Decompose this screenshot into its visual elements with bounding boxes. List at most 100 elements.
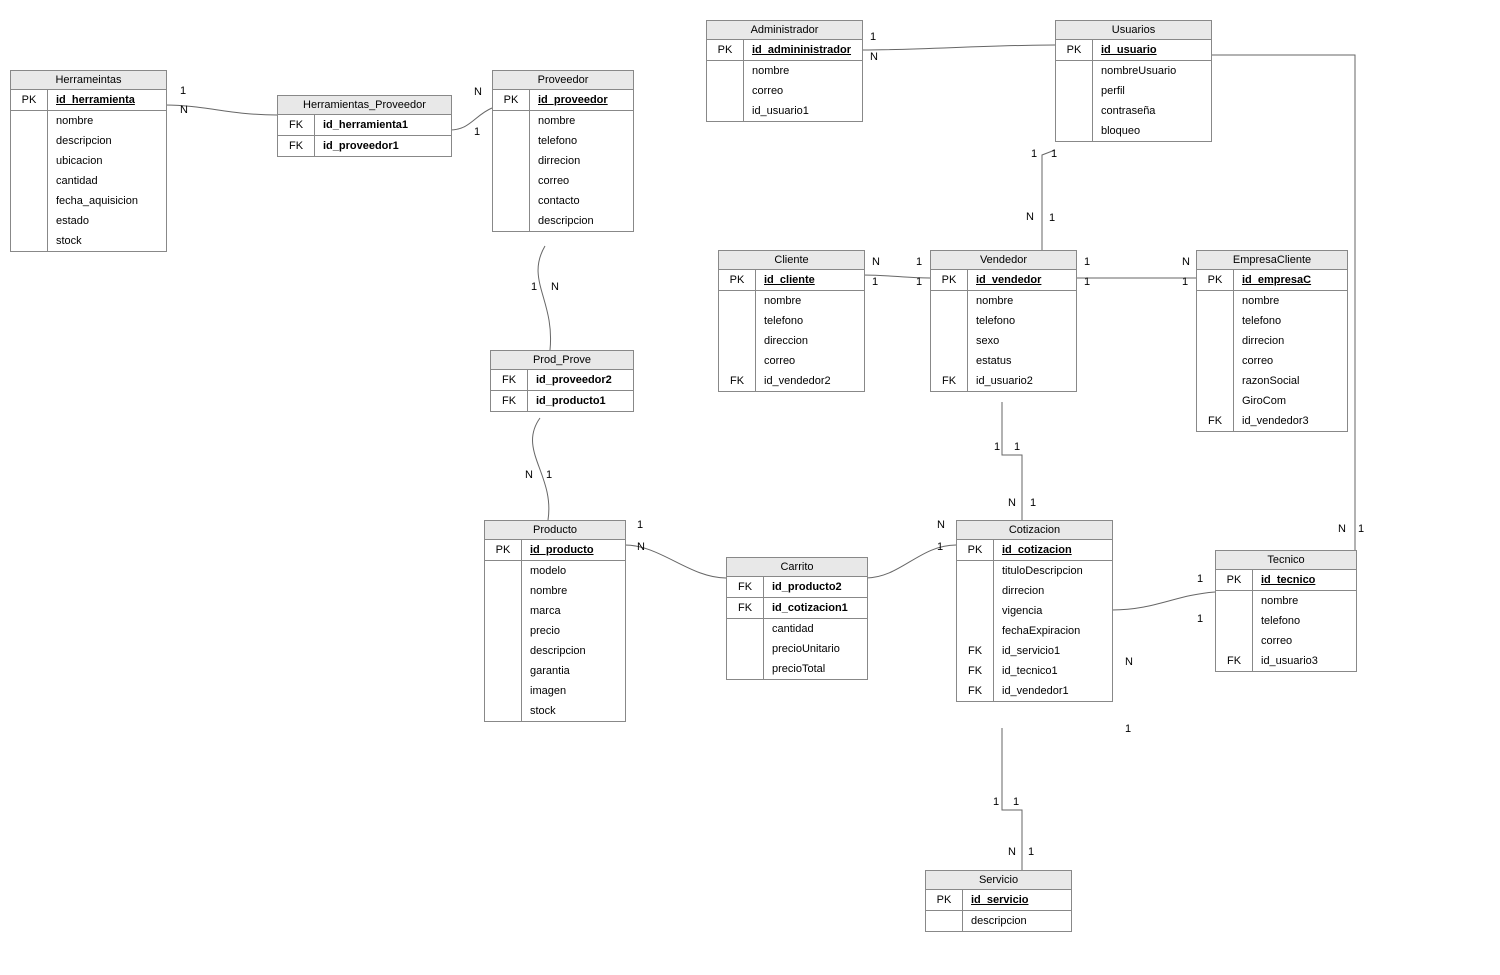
attr-cell: direccion (756, 331, 865, 351)
key-cell: FK (278, 136, 315, 157)
key-cell (1216, 611, 1253, 631)
key-cell (11, 111, 48, 132)
entity-row: estatus (931, 351, 1076, 371)
cardinality-label: 1 (1031, 148, 1037, 160)
key-cell: FK (727, 598, 764, 619)
key-cell (1056, 101, 1093, 121)
attr-cell: nombre (1234, 291, 1348, 312)
cardinality-label: N (1338, 523, 1346, 535)
key-cell (485, 661, 522, 681)
attr-cell: id_tecnico1 (994, 661, 1113, 681)
entity-row: PKid_vendedor (931, 270, 1076, 291)
key-cell (1197, 311, 1234, 331)
cardinality-label: 1 (1358, 523, 1364, 535)
attr-cell: marca (522, 601, 626, 621)
key-cell: FK (957, 641, 994, 661)
key-cell: FK (491, 370, 528, 391)
entity-row: precioTotal (727, 659, 867, 679)
key-cell: PK (926, 890, 963, 911)
attr-cell: sexo (968, 331, 1077, 351)
entity-row: FKid_proveedor1 (278, 136, 451, 157)
entity-row: descripcion (485, 641, 625, 661)
entity-row: nombre (1216, 591, 1356, 612)
entity-row: vigencia (957, 601, 1112, 621)
key-cell (1216, 591, 1253, 612)
key-cell (1056, 81, 1093, 101)
entity-row: FKid_proveedor2 (491, 370, 633, 391)
cardinality-label: 1 (1084, 276, 1090, 288)
key-cell: PK (1197, 270, 1234, 291)
key-cell (485, 581, 522, 601)
entity-row: telefono (1216, 611, 1356, 631)
entity-herramientas: HerrameintasPKid_herramientanombredescri… (10, 70, 167, 252)
attr-cell: id_proveedor1 (315, 136, 452, 157)
entity-proveedor: ProveedorPKid_proveedornombretelefonodir… (492, 70, 634, 232)
attr-cell: telefono (530, 131, 634, 151)
attr-cell: dirrecion (530, 151, 634, 171)
attr-cell: id_producto (522, 540, 626, 561)
attr-cell: id_tecnico (1253, 570, 1357, 591)
entity-cotizacion: CotizacionPKid_cotizaciontituloDescripci… (956, 520, 1113, 702)
entity-row: PKid_cliente (719, 270, 864, 291)
attr-cell: descripcion (530, 211, 634, 231)
entity-row: precioUnitario (727, 639, 867, 659)
entity-row: stock (11, 231, 166, 251)
key-cell (1197, 391, 1234, 411)
key-cell (931, 311, 968, 331)
key-cell (727, 619, 764, 640)
attr-cell: nombre (48, 111, 167, 132)
attr-cell: descripcion (48, 131, 167, 151)
key-cell (1197, 291, 1234, 312)
attr-cell: id_usuario2 (968, 371, 1077, 391)
attr-cell: precioTotal (764, 659, 868, 679)
entity-row: dirrecion (493, 151, 633, 171)
entity-title: Servicio (926, 871, 1071, 890)
attr-cell: perfil (1093, 81, 1212, 101)
attr-cell: correo (1253, 631, 1357, 651)
entity-row: fecha_aquisicion (11, 191, 166, 211)
key-cell (957, 621, 994, 641)
cardinality-label: 1 (1028, 846, 1034, 858)
key-cell: FK (727, 577, 764, 598)
entity-vendedor: VendedorPKid_vendedornombretelefonosexoe… (930, 250, 1077, 392)
attr-cell: stock (522, 701, 626, 721)
cardinality-label: 1 (1014, 441, 1020, 453)
attr-cell: id_vendedor (968, 270, 1077, 291)
key-cell (719, 291, 756, 312)
entity-row: dirrecion (957, 581, 1112, 601)
attr-cell: id_producto1 (528, 391, 634, 412)
relationship-line (165, 105, 277, 115)
key-cell: PK (11, 90, 48, 111)
key-cell (727, 639, 764, 659)
entity-row: razonSocial (1197, 371, 1347, 391)
cardinality-label: 1 (1051, 148, 1057, 160)
entity-row: PKid_admininistrador (707, 40, 862, 61)
entity-row: nombre (931, 291, 1076, 312)
attr-cell: nombre (968, 291, 1077, 312)
key-cell (1197, 331, 1234, 351)
entity-row: perfil (1056, 81, 1211, 101)
key-cell (493, 131, 530, 151)
entity-row: FKid_servicio1 (957, 641, 1112, 661)
entity-row: FKid_vendedor1 (957, 681, 1112, 701)
attr-cell: telefono (1253, 611, 1357, 631)
cardinality-label: 1 (1049, 212, 1055, 224)
entity-row: descripcion (926, 911, 1071, 932)
cardinality-label: N (1182, 256, 1190, 268)
attr-cell: telefono (1234, 311, 1348, 331)
relationship-line (625, 545, 726, 578)
entity-row: FKid_producto2 (727, 577, 867, 598)
entity-row: PKid_producto (485, 540, 625, 561)
entity-title: Prod_Prove (491, 351, 633, 370)
key-cell (485, 681, 522, 701)
relationship-line (538, 246, 551, 350)
entity-row: contraseña (1056, 101, 1211, 121)
cardinality-label: N (1026, 211, 1034, 223)
attr-cell: nombre (530, 111, 634, 132)
key-cell (485, 601, 522, 621)
cardinality-label: N (1008, 846, 1016, 858)
entity-row: nombre (11, 111, 166, 132)
entity-row: sexo (931, 331, 1076, 351)
attr-cell: id_herramienta (48, 90, 167, 111)
cardinality-label: N (525, 469, 533, 481)
